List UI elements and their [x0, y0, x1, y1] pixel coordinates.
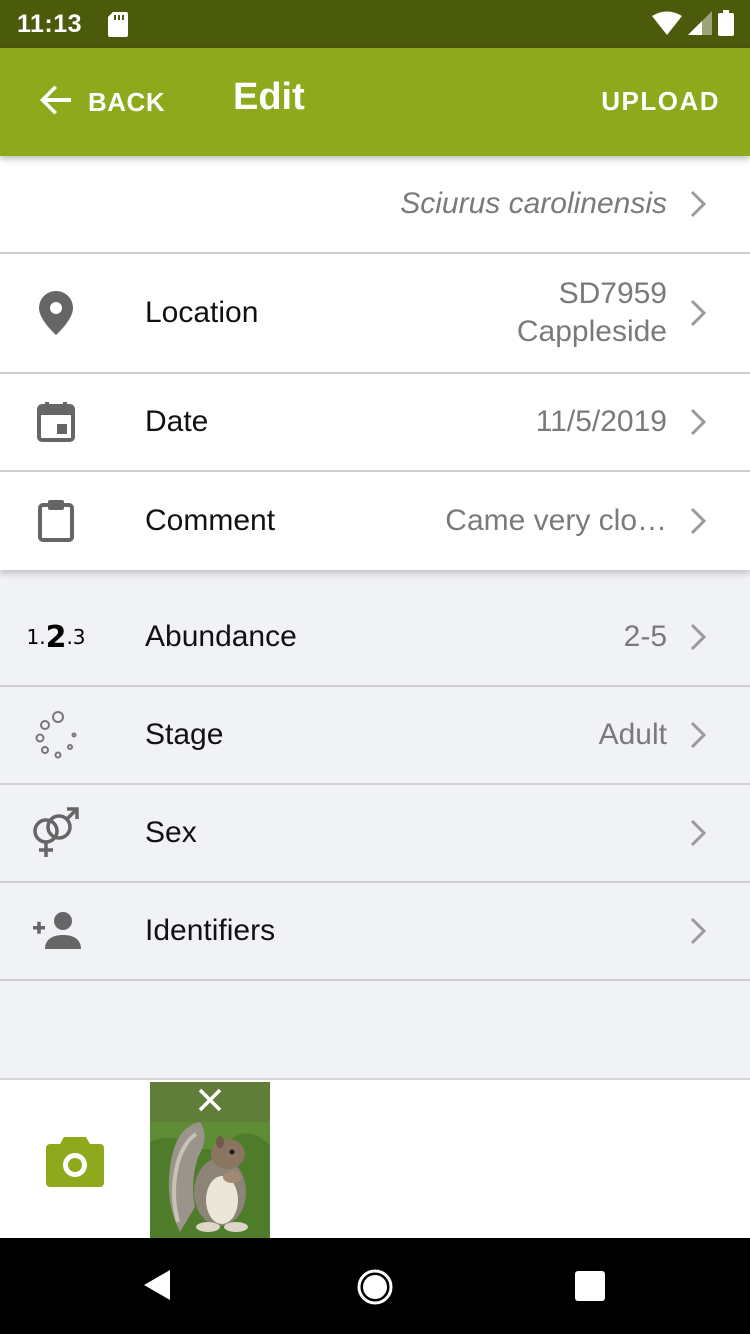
species-value: Sciurus carolinensis [400, 187, 667, 220]
attributes-section: 1. 2.3 Abundance 2-5 Stage Adult Sex Iden… [0, 589, 750, 981]
back-button[interactable]: BACK [38, 82, 165, 122]
identifiers-label: Identifiers [145, 914, 276, 947]
map-pin-icon [30, 287, 82, 339]
chevron-right-icon [690, 408, 707, 436]
status-time: 11:13 [17, 9, 83, 38]
chevron-right-icon [690, 623, 707, 651]
sex-label: Sex [145, 816, 197, 849]
back-triangle-icon[interactable] [142, 1268, 172, 1307]
back-label: BACK [88, 86, 166, 117]
date-label: Date [145, 405, 209, 438]
date-row[interactable]: Date 11/5/2019 [0, 374, 750, 472]
add-person-icon [30, 905, 82, 957]
upload-button[interactable]: UPLOAD [601, 86, 720, 117]
abundance-row[interactable]: 1. 2.3 Abundance 2-5 [0, 589, 750, 687]
stage-label: Stage [145, 718, 224, 751]
species-row[interactable]: Sciurus carolinensis [0, 156, 750, 254]
chevron-right-icon [690, 819, 707, 847]
app-bar: BACK Edit UPLOAD [0, 48, 750, 156]
date-value: 11/5/2019 [535, 405, 667, 438]
sex-row[interactable]: Sex [0, 785, 750, 883]
location-row[interactable]: Location SD7959 Cappleside [0, 254, 750, 374]
record-section: Sciurus carolinensis Location SD7959 Cap… [0, 156, 750, 570]
arrow-left-icon [38, 82, 74, 123]
signal-icon [688, 11, 712, 40]
page-title: Edit [233, 76, 305, 118]
system-nav-bar [0, 1238, 750, 1334]
chevron-right-icon [690, 917, 707, 945]
stage-row[interactable]: Stage Adult [0, 687, 750, 785]
wifi-icon [652, 11, 682, 40]
stage-value: Adult [598, 718, 667, 751]
chevron-right-icon [690, 507, 707, 535]
abundance-icon: 1. 2.3 [26, 619, 86, 655]
stage-icon [30, 709, 82, 761]
identifiers-row[interactable]: Identifiers [0, 883, 750, 981]
grid-ref: SD7959 [558, 277, 667, 310]
sex-icon [30, 807, 82, 859]
calendar-icon [30, 396, 82, 448]
remove-photo-button[interactable] [150, 1082, 270, 1122]
place-name: Cappleside [516, 315, 667, 348]
camera-icon [46, 1137, 104, 1191]
clipboard-icon [30, 495, 82, 547]
location-label: Location [145, 296, 259, 329]
camera-button[interactable] [46, 1137, 104, 1187]
chevron-right-icon [690, 190, 707, 218]
abundance-label: Abundance [145, 620, 297, 653]
home-circle-icon[interactable] [356, 1268, 394, 1311]
comment-label: Comment [145, 504, 276, 537]
location-value: SD7959 Cappleside [517, 275, 667, 351]
battery-icon [718, 10, 734, 41]
abundance-value: 2-5 [623, 620, 667, 653]
chevron-right-icon [690, 299, 707, 327]
status-bar: 11:13 [0, 0, 750, 48]
recents-square-icon[interactable] [574, 1270, 606, 1307]
comment-value: Came very clo… [445, 504, 667, 537]
photo-bar [0, 1078, 750, 1240]
chevron-right-icon [690, 721, 707, 749]
sd-card-icon [108, 11, 129, 37]
close-icon [197, 1087, 223, 1118]
comment-row[interactable]: Comment Came very clo… [0, 472, 750, 570]
